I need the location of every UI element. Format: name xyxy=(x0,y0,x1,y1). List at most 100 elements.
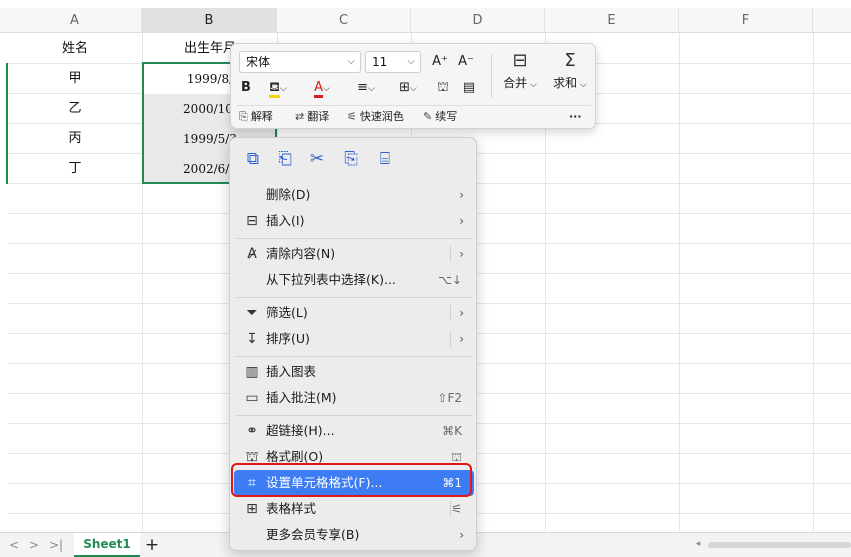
scrollbar-thumb[interactable] xyxy=(708,542,851,548)
column-header-d[interactable]: D xyxy=(411,8,545,33)
chevron-down-icon: ⌵ xyxy=(347,56,355,67)
merge-cells-icon: ⊟ xyxy=(512,50,528,71)
cell-a3[interactable]: 乙 xyxy=(8,94,142,124)
chevron-down-icon: ⌵ xyxy=(410,84,417,94)
chevron-right-icon: › xyxy=(459,188,464,202)
comment-icon: ▭ xyxy=(245,390,259,406)
ai-continue-button[interactable]: ✎ 续写 xyxy=(423,108,457,126)
menu-item-delete[interactable]: 删除(D) › xyxy=(234,182,474,208)
sheet-tab-sheet1[interactable]: Sheet1 xyxy=(74,533,140,557)
menu-item-format-cells[interactable]: ⌗ 设置单元格格式(F)... ⌘1 xyxy=(234,470,474,496)
format-painter-icon: ⛫ xyxy=(245,449,259,465)
chevron-right-icon: › xyxy=(459,306,464,320)
cell-a2[interactable]: 甲 xyxy=(8,64,142,94)
last-sheet-nav-button[interactable]: >| xyxy=(48,536,64,554)
align-button[interactable]: ≡⌵ xyxy=(351,77,381,99)
paint-bucket-icon: ⛾ xyxy=(269,81,280,98)
chevron-down-icon: ⌵ xyxy=(323,84,330,94)
menu-item-insert[interactable]: ⊟ 插入(I) › xyxy=(234,208,474,234)
chevron-down-icon: ⌵ xyxy=(577,80,587,90)
chevron-down-icon: ⌵ xyxy=(279,84,287,94)
column-header-c[interactable]: C xyxy=(277,8,411,33)
format-painter-button[interactable]: ⛫ xyxy=(433,77,453,99)
funnel-icon: ⏷ xyxy=(246,305,258,321)
ai-colorize-label: 快速润色 xyxy=(359,110,404,123)
format-painter-icon: ⛫ xyxy=(437,80,449,95)
format-painter-brush-icon: ⛫ xyxy=(450,450,462,464)
font-color-button[interactable]: A⌵ xyxy=(305,77,339,99)
chevron-right-icon: › xyxy=(459,214,464,228)
fill-color-button[interactable]: ⛾⌵ xyxy=(261,77,295,99)
menu-separator xyxy=(236,415,472,416)
column-header-f[interactable]: F xyxy=(679,8,813,33)
font-color-icon: A xyxy=(314,81,324,98)
add-sheet-button[interactable]: + xyxy=(143,535,161,555)
menu-item-pick-from-list[interactable]: 从下拉列表中选择(K)... ⌥↓ xyxy=(234,267,474,293)
menu-separator xyxy=(236,356,472,357)
menu-item-format-painter[interactable]: ⛫ 格式刷(O) ⛫ xyxy=(234,444,474,470)
format-cells-icon: ⌗ xyxy=(248,475,256,491)
cell-style-icon: ▤ xyxy=(462,80,476,95)
bold-button[interactable]: B xyxy=(237,77,255,99)
grid-line xyxy=(813,33,814,532)
ai-continue-label: 续写 xyxy=(435,110,458,123)
magic-wand-icon: ⚟ xyxy=(347,110,357,123)
font-name-select[interactable]: 宋体 ⌵ xyxy=(239,51,361,73)
menu-item-insert-comment[interactable]: ▭ 插入批注(M) ⇧F2 xyxy=(234,385,474,411)
sum-button[interactable]: Σ 求和 ⌵ xyxy=(547,48,593,100)
magic-wand-icon: ⚟ xyxy=(451,502,462,516)
eraser-icon: A̷ xyxy=(247,246,257,262)
first-sheet-nav-button[interactable]: < xyxy=(6,536,22,554)
cell-style-button[interactable]: ▤ xyxy=(459,77,479,99)
menu-item-table-style[interactable]: ⊞ 表格样式 ⚟ xyxy=(234,496,474,522)
menu-item-hyperlink[interactable]: ⚭ 超链接(H)... ⌘K xyxy=(234,418,474,444)
chevron-right-icon: › xyxy=(459,332,464,346)
sort-icon: ↧ xyxy=(246,331,258,347)
font-size-value: 11 xyxy=(372,55,388,69)
cell-a5[interactable]: 丁 xyxy=(8,154,142,184)
column-header-b[interactable]: B xyxy=(142,8,277,33)
menu-item-insert-chart[interactable]: ▥ 插入图表 xyxy=(234,359,474,385)
scroll-left-icon[interactable]: ◂ xyxy=(692,537,704,551)
decrease-font-button[interactable]: A⁻ xyxy=(455,51,477,73)
column-header-e[interactable]: E xyxy=(545,8,679,33)
column-header-a[interactable]: A xyxy=(8,8,142,33)
ai-explain-button[interactable]: ⎘ 解释 xyxy=(239,108,273,126)
chevron-down-icon: ⌵ xyxy=(368,84,375,94)
sum-label: 求和 xyxy=(553,76,578,90)
menu-separator xyxy=(236,238,472,239)
ai-colorize-button[interactable]: ⚟ 快速润色 xyxy=(347,108,404,126)
link-icon: ⚭ xyxy=(246,423,258,439)
paste-special-icon[interactable]: ⌸ xyxy=(372,146,398,172)
ai-translate-button[interactable]: ⇄ 翻译 xyxy=(295,108,329,126)
align-center-icon: ≡ xyxy=(357,80,369,95)
paste-icon[interactable]: ⎘ xyxy=(338,146,364,172)
horizontal-scrollbar[interactable]: ◂ xyxy=(688,539,851,551)
explain-icon: ⎘ xyxy=(239,110,248,123)
copy-icon[interactable]: ⧉ xyxy=(240,146,266,172)
cell-a4[interactable]: 丙 xyxy=(8,124,142,154)
borders-button[interactable]: ⊞⌵ xyxy=(393,77,423,99)
menu-item-member-more[interactable]: 更多会员专享(B) › xyxy=(234,522,474,548)
menu-item-clear-contents[interactable]: A̷ 清除内容(N) › xyxy=(234,241,474,267)
cell-a1[interactable]: 姓名 xyxy=(8,34,142,64)
menu-item-filter[interactable]: ⏷ 筛选(L) › xyxy=(234,300,474,326)
pen-icon: ✎ xyxy=(423,110,433,123)
font-size-select[interactable]: 11 ⌵ xyxy=(365,51,421,73)
insert-icon: ⊟ xyxy=(246,213,258,229)
merge-button[interactable]: ⊟ 合并 ⌵ xyxy=(497,48,543,100)
menu-item-sort[interactable]: ↧ 排序(U) › xyxy=(234,326,474,352)
column-header-row: A B C D E F xyxy=(0,8,851,33)
ai-explain-label: 解释 xyxy=(250,110,273,123)
floating-format-toolbar: 宋体 ⌵ 11 ⌵ A⁺ A⁻ B ⛾⌵ A⌵ ≡⌵ ⊞⌵ ⛫ ▤ ⊟ 合并 ⌵… xyxy=(230,43,596,129)
copy-as-image-icon[interactable]: ⎗ xyxy=(272,146,298,172)
more-options-button[interactable]: ··· xyxy=(569,108,582,126)
cut-scissors-icon[interactable]: ✂ xyxy=(304,146,330,172)
increase-font-button[interactable]: A⁺ xyxy=(429,51,451,73)
merge-label: 合并 xyxy=(503,76,528,90)
next-sheet-nav-button[interactable]: > xyxy=(26,536,42,554)
toolbar-separator xyxy=(491,54,492,98)
chevron-right-icon: › xyxy=(459,247,464,261)
chevron-down-icon: ⌵ xyxy=(527,80,537,90)
grid-line xyxy=(679,33,680,532)
